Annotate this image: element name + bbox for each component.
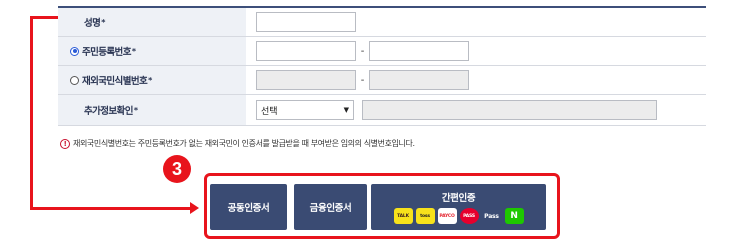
chevron-down-icon: ▼ — [343, 106, 349, 114]
foreign-id-front-input[interactable] — [256, 70, 356, 90]
toss-icon: toss — [415, 208, 435, 224]
resident-number-back-input[interactable] — [369, 41, 469, 61]
form-row-foreign-id: 재외국민식별번호 * - — [58, 66, 706, 95]
notice: ! 재외국민식별번호는 주민등록번호가 없는 재외국민이 인증서를 발급받을 때… — [60, 138, 415, 149]
name-input[interactable] — [256, 12, 356, 32]
simple-cert-button[interactable]: 간편인증 TALK toss PAYCO PASS Pass N — [371, 184, 546, 230]
naver-icon: N — [504, 208, 524, 224]
annotation-line-bottom — [30, 207, 192, 210]
additional-info-select[interactable]: 선택 ▼ — [256, 100, 354, 120]
identity-form: 성명 * 주민등록번호 * - 재외국민식별번호 * - 추가정보확인 * 선택… — [58, 6, 706, 126]
additional-info-input[interactable] — [362, 100, 657, 120]
pass-icon: PASS — [459, 208, 479, 224]
form-row-resident-number: 주민등록번호 * - — [58, 37, 706, 66]
warning-icon: ! — [60, 138, 70, 149]
public-cert-button[interactable]: 공동인증서 — [210, 184, 287, 230]
foreign-id-radio[interactable] — [70, 75, 79, 85]
notice-text: 재외국민식별번호는 주민등록번호가 없는 재외국민이 인증서를 발급받을 때 부… — [73, 139, 415, 148]
step-badge: 3 — [163, 155, 191, 183]
form-row-additional-info: 추가정보확인 * 선택 ▼ — [58, 95, 706, 126]
annotation-arrow-icon — [190, 202, 199, 214]
resident-number-label[interactable]: 주민등록번호 * — [58, 37, 246, 65]
resident-number-radio[interactable] — [70, 46, 79, 56]
name-label: 성명 * — [58, 8, 246, 36]
simple-cert-logos: TALK toss PAYCO PASS Pass N — [393, 208, 524, 224]
resident-number-front-input[interactable] — [256, 41, 356, 61]
foreign-id-back-input[interactable] — [369, 70, 469, 90]
financial-cert-button[interactable]: 금융인증서 — [294, 184, 367, 230]
foreign-id-label[interactable]: 재외국민식별번호 * — [58, 66, 246, 94]
samsung-pass-icon: Pass — [484, 212, 499, 220]
dash-separator: - — [360, 45, 365, 57]
annotation-line-vertical — [30, 16, 33, 210]
simple-cert-title: 간편인증 — [441, 193, 476, 204]
payco-icon: PAYCO — [437, 208, 457, 224]
form-row-name: 성명 * — [58, 8, 706, 37]
kakaotalk-icon: TALK — [393, 208, 413, 224]
annotation-line-top — [30, 16, 58, 19]
additional-info-label: 추가정보확인 * — [58, 95, 246, 125]
dash-separator: - — [360, 74, 365, 86]
